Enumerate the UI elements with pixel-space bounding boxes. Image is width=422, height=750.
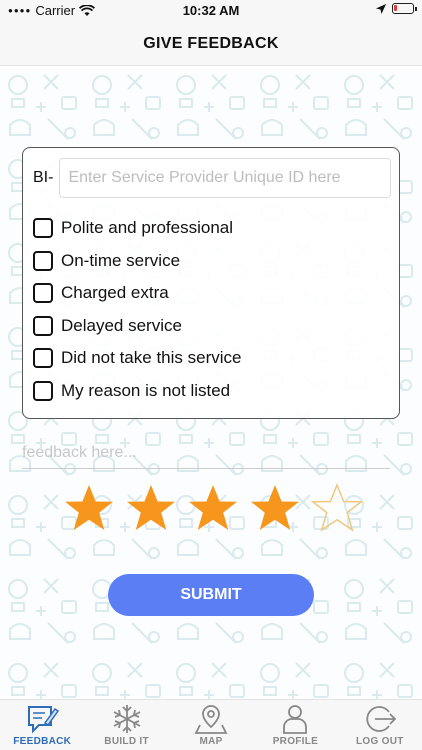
star-filled-icon[interactable] [62,482,116,536]
option-label: Did not take this service [61,348,242,368]
star-filled-icon[interactable] [248,482,302,536]
star-filled-icon[interactable] [186,482,240,536]
star-rating[interactable] [62,482,364,536]
tab-build-it[interactable]: BUILD IT [84,700,168,750]
option-not-taken[interactable]: Did not take this service [33,342,241,375]
battery-icon [392,3,417,14]
feedback-icon [28,706,60,734]
status-bar: ●●●● Carrier 10:32 AM [0,0,422,22]
checkbox[interactable] [33,250,53,271]
tab-label: MAP [199,736,223,747]
logout-icon [366,706,397,732]
option-label: Polite and professional [61,218,234,238]
provider-id-prefix: BI- [33,169,54,186]
tab-map[interactable]: MAP [169,700,253,750]
page-title: GIVE FEEDBACK [143,34,279,52]
reason-options: Polite and professional On-time service … [33,212,241,407]
tab-bar: FEEDBACK BUILD IT MAP PROFILE LOG OUT [0,699,422,750]
checkbox[interactable] [33,218,53,239]
content-area: BI- Polite and professional On-time serv… [0,67,422,699]
snowflake-icon [113,705,141,733]
tab-label: PROFILE [272,736,319,747]
tab-label: FEEDBACK [13,736,72,747]
feedback-input[interactable]: feedback here... [22,437,390,469]
submit-button[interactable]: SUBMIT [108,574,314,616]
option-label: My reason is not listed [61,380,231,400]
map-pin-icon [194,705,228,734]
checkbox[interactable] [33,348,53,369]
location-arrow-icon [376,3,386,14]
checkbox[interactable] [33,283,53,304]
feedback-placeholder: feedback here... [22,443,137,461]
status-right [376,3,417,14]
profile-icon [283,705,308,734]
checkbox[interactable] [33,315,53,336]
option-label: Charged extra [61,283,169,303]
provider-id-input[interactable] [59,158,391,198]
tab-label: LOG OUT [356,736,404,747]
option-charged-extra[interactable]: Charged extra [33,277,241,310]
option-delayed[interactable]: Delayed service [33,310,241,343]
tab-logout[interactable]: LOG OUT [338,700,422,750]
tab-feedback[interactable]: FEEDBACK [0,700,84,750]
nav-bar: GIVE FEEDBACK [0,22,422,66]
option-not-listed[interactable]: My reason is not listed [33,375,241,408]
battery-fill [394,5,397,11]
option-polite[interactable]: Polite and professional [33,212,241,245]
checkbox[interactable] [33,380,53,401]
option-label: On-time service [61,250,181,270]
option-label: Delayed service [61,315,182,335]
star-empty-icon[interactable] [310,482,364,536]
star-filled-icon[interactable] [124,482,178,536]
provider-id-row: BI- [33,158,391,198]
clock: 10:32 AM [182,3,240,18]
option-on-time[interactable]: On-time service [33,245,241,278]
tab-label: BUILD IT [104,736,149,747]
feedback-card: BI- Polite and professional On-time serv… [22,147,400,419]
tab-profile[interactable]: PROFILE [253,700,337,750]
